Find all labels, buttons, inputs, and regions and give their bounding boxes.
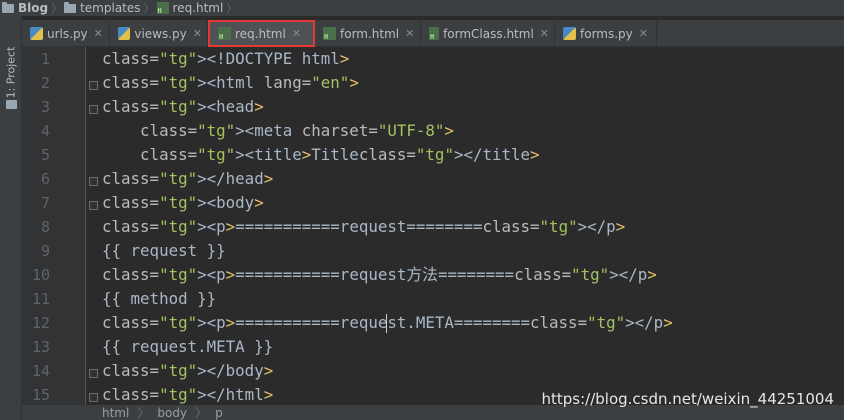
editor-tab-bar: urls.py ✕ views.py ✕ req.html ✕ form.htm… <box>22 20 844 47</box>
code-line[interactable]: class="tg"><body> <box>102 191 264 215</box>
tab-req-html[interactable]: req.html ✕ <box>208 20 315 47</box>
line-number: 14 <box>31 362 50 380</box>
close-icon[interactable]: ✕ <box>94 27 103 40</box>
close-icon[interactable]: ✕ <box>292 27 301 40</box>
code-line[interactable]: class="tg"><!DOCTYPE html> <box>102 47 349 71</box>
code-line[interactable]: class="tg"><p>===========request方法======… <box>102 263 657 287</box>
html-file-icon <box>218 27 231 41</box>
breadcrumb-item-templates[interactable]: templates <box>64 1 141 15</box>
tab-urls-py[interactable]: urls.py ✕ <box>22 20 110 47</box>
line-number: 6 <box>40 170 50 188</box>
line-number: 4 <box>40 122 50 140</box>
line-number: 1 <box>40 50 50 68</box>
close-icon[interactable]: ✕ <box>639 27 648 40</box>
python-file-icon <box>30 27 43 40</box>
breadcrumb: Blog 〉 templates 〉 req.html 〉 <box>0 0 844 16</box>
breadcrumb-separator-icon: 〉 <box>143 2 155 15</box>
line-number-gutter: 1 2 3 4 5 6 7 8 9 10 11 12 13 14 15 <box>22 47 98 405</box>
code-line[interactable]: {{ request }} <box>102 239 226 263</box>
line-number: 11 <box>31 290 50 308</box>
python-file-icon <box>563 27 576 40</box>
line-number: 12 <box>31 314 50 332</box>
html-file-icon <box>156 2 169 15</box>
breadcrumb-item-blog[interactable]: Blog <box>2 1 48 15</box>
code-line[interactable]: class="tg"></body> <box>102 359 273 383</box>
folder-icon <box>64 1 77 13</box>
tab-form-html[interactable]: form.html ✕ <box>315 20 421 47</box>
code-line[interactable]: {{ request.META }} <box>102 335 273 359</box>
line-number: 2 <box>40 74 50 92</box>
code-line[interactable]: class="tg"><p>===========request.META===… <box>102 311 673 335</box>
html-file-icon <box>429 27 440 41</box>
project-tool-button[interactable]: 1: Project <box>2 46 20 98</box>
line-number: 9 <box>40 242 50 260</box>
tag-path-body[interactable]: body <box>157 406 187 420</box>
code-line[interactable]: class="tg"><p>===========request========… <box>102 215 625 239</box>
line-number: 8 <box>40 218 50 236</box>
tab-views-py[interactable]: views.py ✕ <box>110 20 208 47</box>
folder-icon <box>2 1 14 13</box>
code-line[interactable]: class="tg"><title>Titleclass="tg"></titl… <box>102 143 540 167</box>
line-number: 7 <box>40 194 50 212</box>
code-line[interactable]: {{ method }} <box>102 287 216 311</box>
code-editor[interactable]: class="tg"><!DOCTYPE html> class="tg"><h… <box>86 47 844 405</box>
tool-window-strip: 1: Project <box>0 16 22 420</box>
line-number: 13 <box>31 338 50 356</box>
chevron-right-icon: 〉 <box>195 406 208 420</box>
tag-path-html[interactable]: html <box>102 406 129 420</box>
html-file-icon <box>323 27 336 41</box>
code-line[interactable]: class="tg"></html> <box>102 383 273 407</box>
tab-formclass-html[interactable]: formClass.html ✕ <box>421 20 555 47</box>
breadcrumb-separator-icon: 〉 <box>51 2 63 15</box>
tab-forms-py[interactable]: forms.py ✕ <box>555 20 657 47</box>
code-line[interactable]: class="tg"><head> <box>102 95 264 119</box>
line-number: 15 <box>31 386 50 404</box>
folder-icon <box>6 100 17 109</box>
code-line[interactable]: class="tg"><html lang="en"> <box>102 71 359 95</box>
text-caret <box>386 314 387 333</box>
python-file-icon <box>118 27 131 40</box>
close-icon[interactable]: ✕ <box>193 27 202 40</box>
code-line[interactable]: class="tg"><meta charset="UTF-8"> <box>102 119 454 143</box>
line-number: 5 <box>40 146 50 164</box>
code-line[interactable]: class="tg"></head> <box>102 167 273 191</box>
close-icon[interactable]: ✕ <box>540 27 549 40</box>
close-icon[interactable]: ✕ <box>405 27 414 40</box>
line-number: 10 <box>31 266 50 284</box>
watermark-text: https://blog.csdn.net/weixin_44251004 <box>541 390 834 408</box>
breadcrumb-item-req-html[interactable]: req.html <box>156 1 223 15</box>
breadcrumb-separator-icon: 〉 <box>226 2 238 15</box>
line-number: 3 <box>40 98 50 116</box>
tag-path-p[interactable]: p <box>215 406 223 420</box>
chevron-right-icon: 〉 <box>137 406 150 420</box>
